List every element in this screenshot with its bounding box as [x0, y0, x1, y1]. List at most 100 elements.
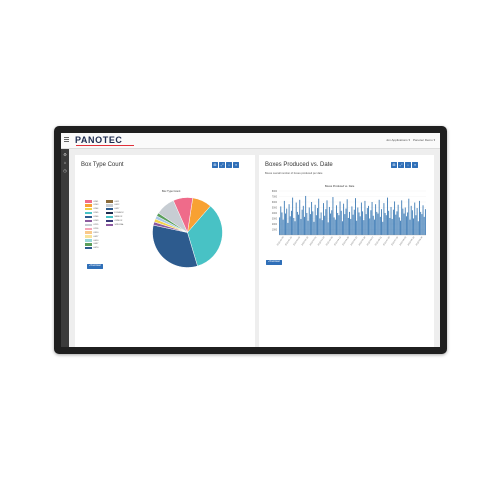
bar[interactable]	[294, 221, 296, 235]
bar[interactable]	[315, 215, 317, 235]
bar[interactable]	[404, 207, 406, 236]
bar[interactable]	[282, 219, 284, 235]
bar[interactable]	[300, 219, 302, 235]
legend-item[interactable]: 0427	[106, 208, 119, 211]
bar[interactable]	[396, 211, 398, 235]
legend-item[interactable]: 0410	[85, 239, 98, 242]
bar[interactable]	[402, 208, 404, 235]
bar[interactable]	[409, 219, 411, 235]
bar[interactable]	[347, 217, 349, 235]
bar[interactable]	[299, 199, 301, 235]
bar[interactable]	[369, 218, 371, 236]
gear-icon[interactable]: ⚙	[63, 153, 67, 157]
bar[interactable]	[391, 219, 393, 235]
bar[interactable]	[327, 222, 329, 235]
legend-item[interactable]: 0204	[85, 208, 98, 211]
bar[interactable]	[357, 207, 359, 236]
legend-item[interactable]: 0411	[106, 200, 119, 203]
bar[interactable]	[345, 208, 347, 235]
bar[interactable]	[283, 200, 285, 235]
bar[interactable]	[331, 210, 333, 235]
download-icon-button[interactable]: ↓	[226, 162, 232, 168]
bar[interactable]	[333, 217, 335, 235]
bar[interactable]	[358, 212, 360, 235]
bar[interactable]	[378, 199, 380, 235]
bar[interactable]	[385, 215, 387, 235]
legend-item[interactable]: 0205	[85, 211, 98, 215]
bar[interactable]	[416, 208, 418, 235]
bar[interactable]	[376, 211, 378, 235]
legend-item[interactable]: FOSBOX	[106, 211, 124, 215]
bar[interactable]	[408, 198, 410, 235]
legend-item[interactable]: 0201	[85, 200, 98, 203]
legend-item[interactable]: 0470	[85, 247, 98, 250]
legend-item[interactable]: OPBOX	[106, 219, 122, 223]
bar[interactable]	[311, 202, 313, 235]
bar[interactable]	[298, 214, 300, 235]
bar[interactable]	[371, 202, 373, 235]
bar[interactable]	[395, 214, 397, 235]
clock-icon[interactable]: ◷	[63, 169, 67, 173]
menu-button[interactable]: ≡	[412, 162, 418, 168]
bar[interactable]	[401, 200, 403, 235]
bar[interactable]	[364, 200, 366, 235]
bar[interactable]	[343, 203, 345, 235]
bar[interactable]	[392, 209, 394, 235]
bar[interactable]	[390, 206, 392, 235]
bar[interactable]	[356, 220, 358, 235]
bar[interactable]	[375, 204, 377, 235]
bar[interactable]	[280, 206, 282, 235]
bar[interactable]	[301, 209, 303, 235]
bar[interactable]	[419, 200, 420, 235]
bar[interactable]	[414, 202, 416, 235]
bar[interactable]	[304, 216, 305, 235]
bar[interactable]	[400, 220, 401, 235]
bar[interactable]	[323, 203, 324, 235]
home-icon[interactable]: ⌂	[63, 161, 67, 165]
applications-menu[interactable]: Jon Applications ▾	[386, 138, 410, 142]
bar[interactable]	[413, 218, 415, 236]
bar[interactable]	[339, 201, 341, 235]
bar[interactable]	[411, 210, 413, 235]
bar[interactable]	[341, 221, 343, 235]
bar[interactable]	[355, 198, 356, 235]
bar[interactable]	[287, 222, 289, 235]
bar[interactable]	[407, 212, 409, 235]
bar[interactable]	[309, 214, 311, 235]
bar[interactable]	[302, 205, 304, 235]
bar[interactable]	[320, 212, 322, 235]
bar[interactable]	[328, 206, 330, 235]
bar[interactable]	[417, 221, 419, 235]
bar[interactable]	[388, 210, 390, 235]
bar[interactable]	[397, 204, 399, 235]
app-logo[interactable]: PANOTEC	[75, 135, 123, 145]
bar[interactable]	[384, 213, 386, 235]
legend-item[interactable]: MFBOX	[106, 215, 122, 219]
bar[interactable]	[421, 214, 423, 235]
hamburger-menu-icon[interactable]	[64, 137, 69, 142]
bar[interactable]	[352, 214, 354, 235]
bar[interactable]	[373, 219, 375, 235]
expand-button[interactable]: ⤢	[219, 162, 225, 168]
bar[interactable]	[319, 218, 321, 236]
bar[interactable]	[321, 220, 323, 235]
bar[interactable]	[405, 216, 407, 235]
bar[interactable]	[410, 205, 412, 235]
bar[interactable]	[350, 219, 352, 235]
bar[interactable]	[340, 210, 342, 235]
bar[interactable]	[290, 210, 292, 235]
download-icon-button[interactable]: ↓	[405, 162, 411, 168]
bar[interactable]	[379, 216, 381, 235]
bar[interactable]	[281, 212, 283, 235]
bar[interactable]	[420, 211, 422, 235]
bar[interactable]	[383, 203, 385, 235]
bar[interactable]	[366, 208, 368, 235]
grid-view-button[interactable]: ⊞	[212, 162, 218, 168]
bar[interactable]	[351, 206, 353, 235]
menu-button[interactable]: ≡	[233, 162, 239, 168]
bar[interactable]	[387, 197, 388, 235]
bar[interactable]	[377, 213, 379, 235]
bar[interactable]	[353, 209, 355, 235]
legend-item[interactable]: 0215	[85, 223, 98, 227]
legend-item[interactable]: 0216	[85, 227, 98, 230]
